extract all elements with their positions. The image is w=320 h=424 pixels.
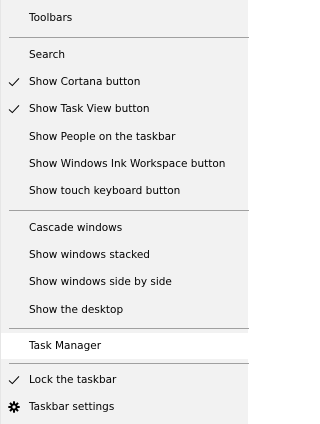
menu-separator	[9, 363, 249, 364]
menu-item-show-the-desktop[interactable]: Show the desktop	[1, 297, 249, 323]
menu-item-show-touch-keyboard[interactable]: Show touch keyboard button	[1, 178, 249, 204]
checkmark-icon	[8, 376, 20, 385]
menu-item-show-windows-side-by-side[interactable]: Show windows side by side	[1, 269, 249, 295]
menu-item-show-people[interactable]: Show People on the taskbar	[1, 124, 249, 150]
menu-item-taskbar-settings[interactable]: Taskbar settings	[1, 394, 249, 420]
menu-item-label: Show windows side by side	[29, 276, 172, 288]
menu-item-show-windows-ink[interactable]: Show Windows Ink Workspace button	[1, 151, 249, 177]
menu-item-label: Toolbars	[29, 12, 73, 24]
menu-item-label: Show Cortana button	[29, 76, 141, 88]
menu-separator	[9, 210, 249, 211]
menu-item-label: Show the desktop	[29, 304, 124, 316]
menu-item-label: Show windows stacked	[29, 249, 150, 261]
menu-item-show-task-view-button[interactable]: Show Task View button	[1, 96, 249, 122]
menu-item-label: Show Task View button	[29, 103, 150, 115]
menu-item-lock-the-taskbar[interactable]: Lock the taskbar	[1, 367, 249, 393]
checkmark-icon	[8, 105, 20, 114]
menu-item-label: Lock the taskbar	[29, 374, 117, 386]
menu-item-label: Search	[29, 49, 66, 61]
taskbar-context-menu: Toolbars Search Show Cortana button Show…	[0, 0, 249, 424]
menu-item-search[interactable]: Search	[1, 42, 249, 68]
menu-item-cascade-windows[interactable]: Cascade windows	[1, 215, 249, 241]
menu-item-toolbars[interactable]: Toolbars	[1, 5, 249, 31]
menu-item-label: Show touch keyboard button	[29, 185, 181, 197]
menu-item-task-manager[interactable]: Task Manager	[1, 333, 249, 359]
menu-item-show-cortana-button[interactable]: Show Cortana button	[1, 69, 249, 95]
menu-item-label: Cascade windows	[29, 222, 123, 234]
menu-item-label: Show People on the taskbar	[29, 131, 176, 143]
gear-icon	[8, 401, 20, 413]
menu-item-label: Show Windows Ink Workspace button	[29, 158, 226, 170]
checkmark-icon	[8, 78, 20, 87]
menu-item-label: Task Manager	[29, 340, 102, 352]
menu-separator	[9, 328, 249, 329]
menu-separator	[9, 37, 249, 38]
menu-item-label: Taskbar settings	[29, 401, 115, 413]
menu-item-show-windows-stacked[interactable]: Show windows stacked	[1, 242, 249, 268]
